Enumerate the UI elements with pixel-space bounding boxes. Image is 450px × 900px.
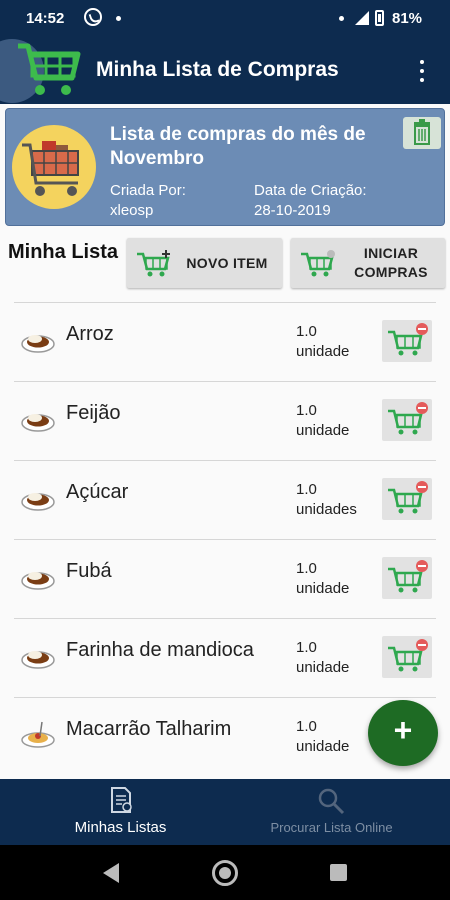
- remove-from-cart-icon: [388, 481, 428, 514]
- app-bar: Minha Lista de Compras: [0, 38, 450, 104]
- remove-from-cart-icon: [388, 323, 428, 356]
- notification-dot-icon: [339, 16, 344, 21]
- item-name: Farinha de mandioca: [66, 639, 254, 661]
- overflow-menu-icon[interactable]: [414, 58, 430, 84]
- item-quantity-value: 1.0: [296, 481, 317, 498]
- remove-from-cart-button[interactable]: [382, 399, 432, 441]
- item-quantity-unit: unidades: [296, 501, 357, 518]
- item-quantity: 1.0 unidade: [296, 638, 349, 678]
- item-quantity-value: 1.0: [296, 560, 317, 577]
- shopping-cart-illustration-icon: [12, 125, 96, 209]
- item-name: Fubá: [66, 560, 112, 582]
- status-bar: 14:52 81%: [0, 0, 450, 38]
- whatsapp-notification-icon: [84, 8, 102, 26]
- list-item[interactable]: Feijão 1.0 unidade: [14, 381, 436, 460]
- remove-from-cart-button[interactable]: [382, 320, 432, 362]
- remove-from-cart-button[interactable]: [382, 478, 432, 520]
- home-icon[interactable]: [212, 860, 238, 886]
- creation-date-label: Data de Criação:: [254, 182, 367, 199]
- item-quantity: 1.0 unidade: [296, 322, 349, 362]
- search-icon: [318, 788, 345, 815]
- created-by-value: xleosp: [110, 202, 154, 219]
- item-quantity: 1.0 unidade: [296, 559, 349, 599]
- tab-my-lists-label: Minhas Listas: [74, 819, 167, 836]
- list-item[interactable]: Farinha de mandioca 1.0 unidade: [14, 618, 436, 697]
- food-plate-icon: [20, 325, 56, 355]
- item-name: Feijão: [66, 402, 121, 424]
- item-name: Arroz: [66, 323, 114, 345]
- item-quantity-unit: unidade: [296, 738, 350, 755]
- item-quantity: 1.0 unidade: [296, 717, 349, 757]
- document-list-icon: [111, 787, 132, 813]
- start-shopping-button-label: INICIAR COMPRAS: [354, 245, 428, 280]
- battery-icon: [375, 10, 384, 26]
- remove-from-cart-icon: [388, 402, 428, 435]
- item-quantity: 1.0 unidade: [296, 401, 349, 441]
- item-quantity-unit: unidade: [296, 659, 350, 676]
- add-to-cart-icon: [137, 250, 170, 277]
- food-plate-icon: [20, 562, 56, 592]
- back-icon[interactable]: [103, 863, 119, 883]
- bottom-navigation: Minhas Listas Procurar Lista Online: [0, 779, 450, 845]
- item-quantity-value: 1.0: [296, 639, 317, 656]
- item-name: Açúcar: [66, 481, 129, 503]
- app-title: Minha Lista de Compras: [96, 58, 339, 81]
- food-plate-icon: [20, 641, 56, 671]
- food-plate-icon: [20, 483, 56, 513]
- item-quantity: 1.0 unidades: [296, 480, 357, 520]
- remove-from-cart-button[interactable]: [382, 557, 432, 599]
- item-quantity-unit: unidade: [296, 343, 350, 360]
- item-quantity-value: 1.0: [296, 718, 317, 735]
- delete-list-button[interactable]: [403, 117, 441, 149]
- remove-from-cart-icon: [388, 560, 428, 593]
- food-plate-icon: [20, 404, 56, 434]
- system-navigation-bar: [0, 845, 450, 900]
- app-logo-cart-icon: [0, 39, 81, 103]
- remove-from-cart-button[interactable]: [382, 636, 432, 678]
- list-item[interactable]: Arroz 1.0 unidade: [14, 302, 436, 381]
- new-item-button[interactable]: NOVO ITEM: [127, 238, 282, 288]
- shopping-cart-icon: [301, 250, 335, 277]
- tab-my-lists[interactable]: Minhas Listas: [8, 779, 233, 845]
- status-time: 14:52: [26, 10, 65, 27]
- item-quantity-value: 1.0: [296, 402, 317, 419]
- start-shopping-button[interactable]: INICIAR COMPRAS: [291, 238, 445, 288]
- add-item-fab[interactable]: +: [368, 700, 438, 766]
- item-name: Macarrão Talharim: [66, 718, 232, 740]
- item-quantity-value: 1.0: [296, 323, 317, 340]
- created-by-label: Criada Por:: [110, 182, 186, 199]
- notification-dot-icon: [116, 16, 121, 21]
- signal-icon: [355, 11, 369, 25]
- shopping-list-card[interactable]: Lista de compras do mês de Novembro Cria…: [5, 108, 445, 226]
- item-quantity-unit: unidade: [296, 580, 350, 597]
- battery-percent: 81%: [392, 10, 423, 27]
- trash-icon: [414, 119, 430, 145]
- plus-icon: +: [393, 712, 413, 748]
- list-title: Lista de compras do mês de Novembro: [110, 124, 366, 169]
- tab-search-online-label: Procurar Lista Online: [270, 820, 393, 835]
- list-item[interactable]: Fubá 1.0 unidade: [14, 539, 436, 618]
- new-item-button-label: NOVO ITEM: [186, 255, 268, 271]
- tab-search-online[interactable]: Procurar Lista Online: [219, 779, 444, 845]
- pasta-plate-icon: [20, 720, 56, 750]
- recent-apps-icon[interactable]: [330, 864, 347, 881]
- item-quantity-unit: unidade: [296, 422, 350, 439]
- list-item[interactable]: Açúcar 1.0 unidades: [14, 460, 436, 539]
- remove-from-cart-icon: [388, 639, 428, 672]
- creation-date-value: 28-10-2019: [254, 202, 331, 219]
- section-title: Minha Lista: [8, 241, 119, 263]
